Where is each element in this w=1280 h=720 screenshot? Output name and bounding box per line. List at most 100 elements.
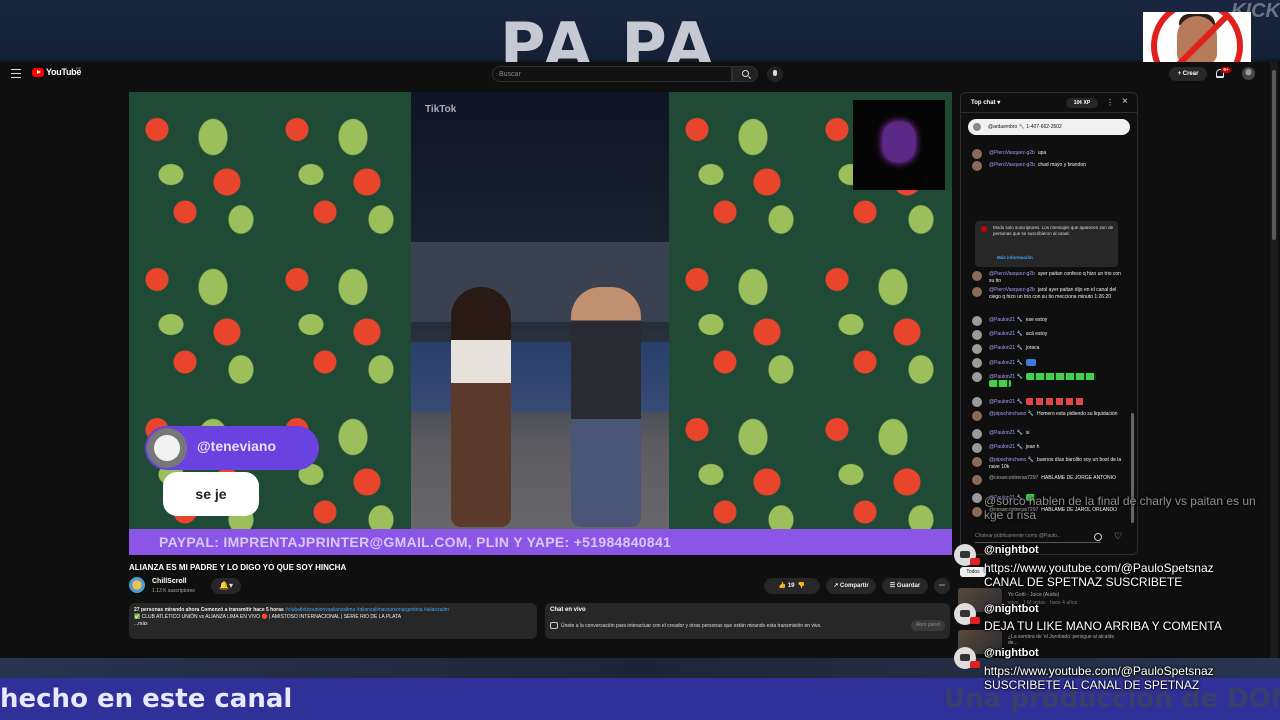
stream-title-text: PA PA xyxy=(500,9,718,62)
overlay-faded-message: @sorco hablen de la final de charly vs p… xyxy=(984,494,1256,522)
stream-alert: @teneviano xyxy=(145,426,319,470)
video-player[interactable]: TikTok @teneviano se je PAYPAL: IMPRENTA… xyxy=(129,92,952,555)
description-hashtags[interactable]: #clubatleticounionvsalianzalima #alianza… xyxy=(285,607,449,613)
chat-mode-label: Top chat xyxy=(971,100,996,106)
channel-subscriber-count: 1.13 K suscriptores xyxy=(152,588,195,594)
page-scrollbar-thumb[interactable] xyxy=(1272,70,1276,240)
message-avatar[interactable] xyxy=(972,397,982,407)
description-body: ✅ CLUB ATLÉTICO UNIÓN vs ALIANZA LIMA EN… xyxy=(134,614,402,620)
webcam-overlay xyxy=(1143,12,1251,64)
search-icon xyxy=(742,70,749,77)
message-text: acá estoy xyxy=(1025,331,1048,337)
share-icon: ↗ xyxy=(833,583,841,589)
channel-name[interactable]: ChillScroll xyxy=(152,578,187,585)
message-author[interactable]: @PieroVasquez-g2b xyxy=(989,287,1035,293)
message-avatar[interactable] xyxy=(972,372,982,382)
overlay-line: CANAL DE SPETNAZ SUSCRIBETE xyxy=(984,575,1183,589)
chat-message: @pipochinchano 🔧 buenos días barolito soy… xyxy=(989,457,1125,470)
live-chat-card: Chat en vivo Únete a la conversación par… xyxy=(545,603,950,639)
info-icon xyxy=(981,226,987,232)
close-icon[interactable]: × xyxy=(1122,96,1128,107)
chat-message: @Paulon21 🔧 ese estoy xyxy=(989,317,1125,324)
message-avatar[interactable] xyxy=(972,161,982,171)
message-author[interactable]: @pipochinchano 🔧 xyxy=(989,411,1034,417)
message-avatar[interactable] xyxy=(972,429,982,439)
message-author[interactable]: @PieroVasquez-g2b xyxy=(989,150,1035,156)
save-button[interactable]: ☰ Guardar xyxy=(882,578,928,594)
hamburger-menu-icon[interactable] xyxy=(11,69,21,78)
message-author[interactable]: @Paulon21 🔧 xyxy=(989,331,1023,337)
description-more-link[interactable]: ...más xyxy=(134,621,148,627)
message-author[interactable]: @PieroVasquez-g2b xyxy=(989,271,1035,277)
open-chat-panel-button[interactable]: Abrir panel xyxy=(911,620,945,631)
like-dislike-group[interactable]: 👍 19 👎 xyxy=(764,578,820,594)
message-author[interactable]: @Paulon21 🔧 xyxy=(989,360,1023,366)
message-author[interactable]: @PieroVasquez-g2b xyxy=(989,162,1035,168)
thumbs-down-icon[interactable]: 👎 xyxy=(796,583,805,589)
overlay-author: @nightbot xyxy=(984,647,1039,659)
tiktok-watermark: TikTok xyxy=(425,104,457,115)
account-avatar[interactable] xyxy=(1242,67,1255,80)
chat-message: @PieroVasquez-g2b ayer paitan confeso q h… xyxy=(989,271,1125,284)
pinned-message[interactable]: @ardaembro 🔧 1-407-662-3502 xyxy=(968,119,1130,135)
chat-message: @Paulon21 🔧 joraca xyxy=(989,345,1125,352)
voice-search-button[interactable] xyxy=(767,66,783,82)
chat-message: @Paulon21 🔧 si xyxy=(989,430,1125,437)
chat-message: @PieroVasquez-g2b upa xyxy=(989,150,1125,157)
chat-message: @Paulon21 🔧 xyxy=(989,373,1125,388)
notifications-badge: 9+ xyxy=(1221,67,1231,73)
message-avatar[interactable] xyxy=(972,358,982,368)
message-avatar[interactable] xyxy=(972,344,982,354)
message-avatar[interactable] xyxy=(972,316,982,326)
message-author[interactable]: @Paulon21 🔧 xyxy=(989,345,1023,351)
message-avatar[interactable] xyxy=(972,443,982,453)
chat-messages: @PieroVasquez-g2b upa @PieroVasquez-g2b ch… xyxy=(961,139,1137,519)
microphone-icon xyxy=(773,69,777,76)
emote-row xyxy=(1025,398,1086,405)
chat-xp-badge[interactable]: 10¢ XP xyxy=(1066,98,1098,108)
share-button[interactable]: ↗ Compartir xyxy=(826,578,876,594)
message-author[interactable]: @Paulon21 🔧 xyxy=(989,399,1023,405)
stream-chat-overlay: @sorco hablen de la final de charly vs p… xyxy=(944,476,1280,720)
notice-text: Modo solo suscriptores. Los mensajes que… xyxy=(993,225,1114,236)
prohibited-sign-icon xyxy=(1151,12,1243,64)
search-button[interactable] xyxy=(732,66,758,82)
message-avatar[interactable] xyxy=(972,287,982,297)
overlay-author: @nightbot xyxy=(984,544,1039,556)
emote-icon xyxy=(1025,359,1036,366)
subscribers-only-notice: Modo solo suscriptores. Los mensajes que… xyxy=(975,221,1118,267)
overlay-line: DEJA TU LIKE MANO ARRIBA Y COMENTA xyxy=(984,619,1222,633)
chat-message: @pipochinchano 🔧 Homero esta pidiendo su … xyxy=(989,411,1125,418)
create-button[interactable]: + Crear xyxy=(1169,67,1207,81)
message-author[interactable]: @Paulon21 🔧 xyxy=(989,430,1023,436)
youtube-logo-icon[interactable] xyxy=(32,68,44,77)
search-input[interactable] xyxy=(499,69,719,80)
message-author[interactable]: @Paulon21 🔧 xyxy=(989,374,1023,380)
message-avatar[interactable] xyxy=(972,149,982,159)
message-avatar[interactable] xyxy=(972,457,982,467)
message-text: Homero esta pidiendo su liquidación xyxy=(1036,411,1118,417)
message-author[interactable]: @Paulon21 🔧 xyxy=(989,317,1023,323)
description-box[interactable]: 27 personas mirando ahora Comenzó a tran… xyxy=(129,603,537,639)
clip-person-woman xyxy=(451,287,511,527)
message-avatar[interactable] xyxy=(972,330,982,340)
subscription-bell-button[interactable]: 🔔▾ xyxy=(211,578,241,594)
notice-learn-more-link[interactable]: Más información xyxy=(997,255,1033,261)
live-chat-body: Únete a la conversación para interactuar… xyxy=(561,623,822,629)
message-avatar[interactable] xyxy=(972,411,982,421)
message-author[interactable]: @pipochinchano 🔧 xyxy=(989,457,1034,463)
message-avatar[interactable] xyxy=(972,271,982,281)
youtube-badge-icon xyxy=(970,558,980,565)
alert-avatar xyxy=(147,428,187,468)
overlay-author: @nightbot xyxy=(984,603,1039,615)
chat-mode-dropdown[interactable]: Top chat ▾ xyxy=(971,99,1000,106)
channel-avatar[interactable] xyxy=(129,577,145,593)
youtube-badge-icon xyxy=(970,617,980,624)
chat-message: @Paulon21 🔧 xyxy=(989,398,1125,405)
overlay-line: https://www.youtube.com/@PauloSpetsnaz xyxy=(984,664,1214,678)
share-label: Compartir xyxy=(840,583,869,589)
thumbs-up-icon[interactable]: 👍 xyxy=(779,583,786,589)
message-author[interactable]: @Paulon21 🔧 xyxy=(989,444,1023,450)
message-text: jean h xyxy=(1025,444,1040,450)
chat-options-icon[interactable]: ⋮ xyxy=(1106,98,1114,107)
